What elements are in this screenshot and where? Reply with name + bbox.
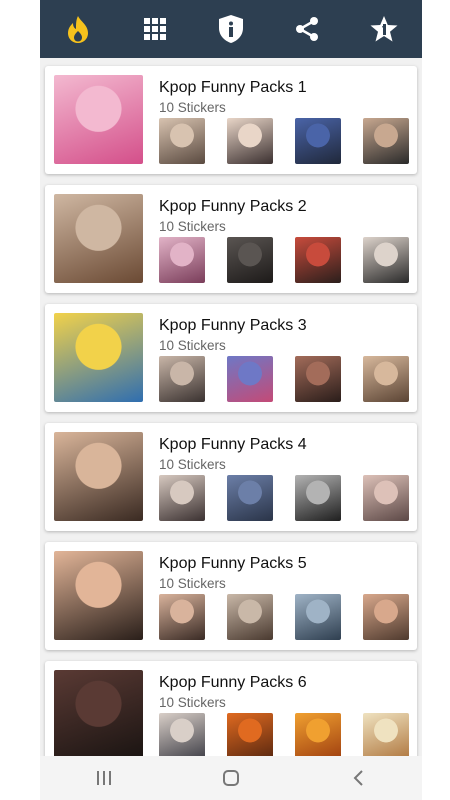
pack-card[interactable]: Kpop Funny Packs 1 10 Stickers bbox=[45, 66, 417, 174]
pack-title: Kpop Funny Packs 6 bbox=[159, 674, 307, 691]
pack-title: Kpop Funny Packs 2 bbox=[159, 198, 307, 215]
flame-icon bbox=[68, 16, 89, 43]
sticker-pack-list[interactable]: Kpop Funny Packs 1 10 Stickers Kpop Funny … bbox=[40, 58, 422, 756]
pack-title: Kpop Funny Packs 1 bbox=[159, 79, 307, 96]
pack-card[interactable]: Kpop Funny Packs 4 10 Stickers bbox=[45, 423, 417, 531]
sticker-thumbnail bbox=[159, 356, 205, 402]
pack-cover-image bbox=[54, 432, 143, 521]
toolbar bbox=[40, 0, 422, 58]
info-button[interactable] bbox=[207, 5, 255, 53]
sticker-thumbnail bbox=[295, 356, 341, 402]
pack-card[interactable]: Kpop Funny Packs 3 10 Stickers bbox=[45, 304, 417, 412]
sticker-thumbnail bbox=[295, 713, 341, 756]
sticker-thumbnail bbox=[159, 713, 205, 756]
info-shield-icon bbox=[218, 15, 243, 43]
sticker-thumbnail bbox=[295, 237, 341, 283]
sticker-thumbnail bbox=[227, 118, 273, 164]
sticker-thumbnail bbox=[295, 594, 341, 640]
sticker-preview-row bbox=[159, 356, 411, 404]
pack-sticker-count: 10 Stickers bbox=[159, 695, 226, 710]
pack-sticker-count: 10 Stickers bbox=[159, 457, 226, 472]
pack-card[interactable]: Kpop Funny Packs 6 10 Stickers bbox=[45, 661, 417, 756]
pack-title: Kpop Funny Packs 5 bbox=[159, 555, 307, 572]
grid-icon bbox=[143, 18, 166, 40]
flame-button[interactable] bbox=[54, 5, 102, 53]
sticker-thumbnail bbox=[363, 237, 409, 283]
pack-sticker-count: 10 Stickers bbox=[159, 338, 226, 353]
back-icon bbox=[353, 770, 364, 786]
share-button[interactable] bbox=[283, 5, 331, 53]
sticker-preview-row bbox=[159, 475, 411, 523]
pack-title: Kpop Funny Packs 4 bbox=[159, 436, 307, 453]
star-icon bbox=[370, 16, 398, 42]
recent-apps-button[interactable] bbox=[74, 758, 134, 798]
system-navigation-bar bbox=[40, 756, 422, 800]
grid-button[interactable] bbox=[131, 5, 179, 53]
sticker-thumbnail bbox=[295, 118, 341, 164]
sticker-thumbnail bbox=[363, 713, 409, 756]
sticker-thumbnail bbox=[159, 118, 205, 164]
sticker-preview-row bbox=[159, 713, 411, 756]
pack-cover-image bbox=[54, 75, 143, 164]
sticker-thumbnail bbox=[227, 713, 273, 756]
pack-title: Kpop Funny Packs 3 bbox=[159, 317, 307, 334]
pack-card[interactable]: Kpop Funny Packs 5 10 Stickers bbox=[45, 542, 417, 650]
sticker-thumbnail bbox=[295, 475, 341, 521]
sticker-thumbnail bbox=[363, 475, 409, 521]
sticker-thumbnail bbox=[159, 475, 205, 521]
sticker-thumbnail bbox=[363, 118, 409, 164]
sticker-thumbnail bbox=[227, 594, 273, 640]
pack-cover-image bbox=[54, 551, 143, 640]
sticker-preview-row bbox=[159, 237, 411, 285]
sticker-thumbnail bbox=[363, 356, 409, 402]
pack-sticker-count: 10 Stickers bbox=[159, 100, 226, 115]
sticker-thumbnail bbox=[227, 475, 273, 521]
recent-apps-icon bbox=[96, 771, 111, 785]
sticker-thumbnail bbox=[227, 356, 273, 402]
pack-cover-image bbox=[54, 313, 143, 402]
back-button[interactable] bbox=[328, 758, 388, 798]
pack-cover-image bbox=[54, 670, 143, 756]
sticker-preview-row bbox=[159, 594, 411, 642]
rate-button[interactable] bbox=[360, 5, 408, 53]
sticker-thumbnail bbox=[227, 237, 273, 283]
pack-sticker-count: 10 Stickers bbox=[159, 219, 226, 234]
share-icon bbox=[296, 17, 319, 41]
pack-cover-image bbox=[54, 194, 143, 283]
sticker-thumbnail bbox=[159, 237, 205, 283]
pack-sticker-count: 10 Stickers bbox=[159, 576, 226, 591]
home-button[interactable] bbox=[201, 758, 261, 798]
sticker-thumbnail bbox=[159, 594, 205, 640]
sticker-thumbnail bbox=[363, 594, 409, 640]
home-icon bbox=[222, 770, 239, 786]
app-window: Kpop Funny Packs 1 10 Stickers Kpop Funny … bbox=[40, 0, 422, 800]
sticker-preview-row bbox=[159, 118, 411, 166]
pack-card[interactable]: Kpop Funny Packs 2 10 Stickers bbox=[45, 185, 417, 293]
